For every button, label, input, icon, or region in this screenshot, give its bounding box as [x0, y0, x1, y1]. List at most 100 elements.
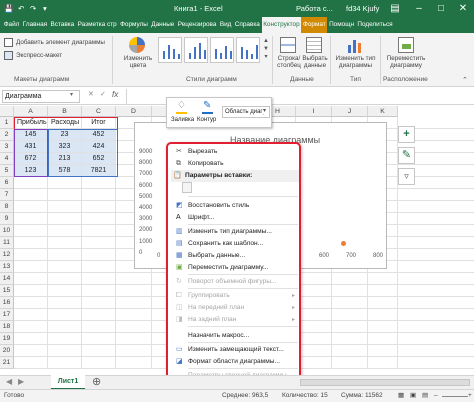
zoom-out-icon[interactable]: – [434, 390, 438, 402]
chart-style-2[interactable] [184, 37, 208, 63]
zoom-in-icon[interactable]: + [468, 390, 472, 402]
row-header[interactable]: 14 [0, 273, 14, 285]
tab-8[interactable]: Вид [218, 17, 233, 33]
menu-item[interactable]: ▦ Выбрать данные... [174, 250, 299, 262]
menu-item[interactable]: ▣ Переместить диаграмму... [174, 262, 299, 274]
menu-item[interactable]: A Шрифт... [174, 212, 299, 224]
qat-dropdown-icon[interactable]: ▾ [43, 0, 47, 17]
row-header[interactable]: 15 [0, 285, 14, 297]
table-header-cell[interactable]: Расходы [48, 117, 82, 129]
tab-5[interactable]: Формулы [118, 17, 149, 33]
row-header[interactable]: 17 [0, 309, 14, 321]
tab-2[interactable]: Главная [21, 17, 49, 33]
row-header[interactable]: 3 [0, 141, 14, 153]
select-data-button[interactable]: Выбрать данные [302, 37, 328, 75]
tab-9[interactable]: Справка [233, 17, 261, 33]
row-header[interactable]: 10 [0, 225, 14, 237]
add-chart-element-button[interactable]: Добавить элемент диаграммы [4, 38, 108, 48]
normal-view-icon[interactable]: ▦ [398, 390, 404, 402]
row-header[interactable]: 9 [0, 213, 14, 225]
chart-elements-button[interactable]: + [398, 126, 415, 143]
styles-scroll[interactable]: ▲ ▼ ▾ [262, 37, 270, 63]
menu-item[interactable]: ✂ Вырезать [174, 146, 299, 158]
page-break-icon[interactable]: ▤ [422, 390, 428, 402]
menu-item[interactable]: ⧉ Копировать [174, 158, 299, 170]
table-cell[interactable]: 652 [82, 153, 116, 165]
tab-6[interactable]: Данные [150, 17, 176, 33]
outline-button[interactable]: ✎ Контур [197, 100, 219, 126]
row-header[interactable]: 12 [0, 249, 14, 261]
tab-7[interactable]: Рецензирова [176, 17, 218, 33]
row-header[interactable]: 5 [0, 165, 14, 177]
collapse-ribbon-icon[interactable]: ⌃ [462, 76, 468, 84]
tab-10[interactable]: Конструктор [261, 17, 302, 33]
tab-1[interactable]: Файл [2, 17, 21, 33]
table-cell[interactable]: 452 [82, 129, 116, 141]
save-icon[interactable]: 💾 [4, 0, 13, 17]
chart-style-3[interactable] [210, 37, 234, 63]
change-colors-button[interactable]: Изменить цвета [118, 37, 156, 75]
minimize-icon[interactable]: – [408, 0, 430, 17]
tab-11[interactable]: Формат [301, 17, 328, 33]
row-header[interactable]: 20 [0, 345, 14, 357]
horizontal-scrollbar[interactable] [300, 379, 470, 386]
prev-sheet-icon[interactable]: ◀ [6, 377, 12, 386]
cancel-formula-icon[interactable]: ✕ [88, 90, 94, 98]
ribbon-display-icon[interactable]: ▤ [384, 0, 406, 17]
close-icon[interactable]: ✕ [452, 0, 474, 17]
table-cell[interactable]: 123 [14, 165, 48, 177]
row-header[interactable]: 13 [0, 261, 14, 273]
select-all-corner[interactable] [0, 106, 14, 117]
chart-styles-button[interactable]: ✎ [398, 147, 415, 164]
row-header[interactable]: 18 [0, 321, 14, 333]
column-header[interactable]: J [332, 106, 368, 117]
next-sheet-icon[interactable]: ▶ [18, 377, 24, 386]
switch-row-column-button[interactable]: Строка/ столбец [276, 37, 301, 75]
column-header[interactable]: I [296, 106, 332, 117]
enter-formula-icon[interactable]: ✓ [100, 90, 106, 98]
tab-3[interactable]: Вставка [49, 17, 76, 33]
undo-icon[interactable]: ↶ [18, 0, 24, 17]
row-header[interactable]: 7 [0, 189, 14, 201]
fx-icon[interactable]: fx [112, 90, 118, 99]
menu-item[interactable]: Назначить макрос... [174, 330, 299, 342]
column-header[interactable]: A [14, 106, 48, 117]
zoom-slider[interactable] [442, 396, 468, 397]
menu-item[interactable]: ▭ Изменить замещающий текст... [174, 344, 299, 356]
page-layout-icon[interactable]: ▣ [410, 390, 416, 402]
tab-4[interactable]: Разметка стр [76, 17, 118, 33]
row-header[interactable]: 16 [0, 297, 14, 309]
row-header[interactable]: 8 [0, 201, 14, 213]
table-cell[interactable]: 213 [48, 153, 82, 165]
user-name[interactable]: fd34 Kjufy [346, 0, 379, 17]
column-header[interactable]: D [116, 106, 152, 117]
move-chart-button[interactable]: Переместить диаграмму [384, 37, 428, 75]
add-sheet-icon[interactable]: ⊕ [92, 375, 101, 388]
table-cell[interactable]: 23 [48, 129, 82, 141]
maximize-icon[interactable]: □ [430, 0, 452, 17]
change-chart-type-button[interactable]: Изменить тип диаграммы [333, 37, 378, 75]
quick-layout-button[interactable]: Экспресс-макет [4, 51, 84, 61]
menu-item[interactable]: ◩ Восстановить стиль [174, 200, 299, 212]
chart-style-4[interactable] [236, 37, 260, 63]
table-cell[interactable]: 672 [14, 153, 48, 165]
table-cell[interactable]: 145 [14, 129, 48, 141]
tab-12[interactable]: Помощн [327, 17, 355, 33]
row-header[interactable]: 21 [0, 357, 14, 369]
row-header[interactable]: 19 [0, 333, 14, 345]
dropdown-arrow-icon[interactable]: ▾ [263, 107, 267, 114]
menu-item[interactable]: ▤ Сохранить как шаблон... [174, 238, 299, 250]
row-header[interactable]: 4 [0, 153, 14, 165]
table-header-cell[interactable]: Итог [82, 117, 116, 129]
menu-item[interactable]: ▥ Изменить тип диаграммы... [174, 226, 299, 238]
column-header[interactable]: B [48, 106, 82, 117]
table-cell[interactable]: 7821 [82, 165, 116, 177]
name-box[interactable]: Диаграмма [2, 90, 80, 103]
table-cell[interactable]: 323 [48, 141, 82, 153]
row-header[interactable]: 2 [0, 129, 14, 141]
table-cell[interactable]: 424 [82, 141, 116, 153]
data-point[interactable] [341, 241, 346, 246]
sheet-tab[interactable]: Лист1 [51, 375, 85, 390]
name-box-dropdown-icon[interactable]: ▾ [70, 91, 73, 98]
menu-item[interactable]: ◪ Формат области диаграммы... [174, 356, 299, 368]
